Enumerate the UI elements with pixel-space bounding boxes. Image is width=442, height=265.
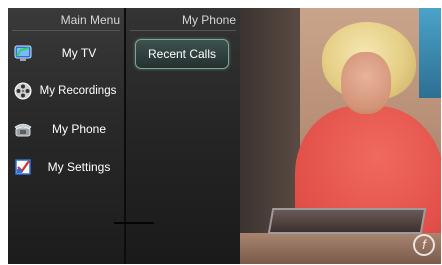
video-tray — [267, 208, 427, 234]
sub-menu-header: My Phone — [181, 13, 236, 27]
video-person-face — [341, 52, 391, 114]
menu-item-label: My Phone — [51, 122, 107, 136]
recent-calls-button[interactable]: Recent Calls — [135, 39, 229, 69]
live-tv-video: f — [240, 8, 441, 264]
film-reel-icon — [14, 82, 32, 100]
main-menu-header: Main Menu — [60, 13, 120, 27]
settings-icon — [14, 158, 32, 176]
panel-scroll-indicator — [114, 222, 154, 224]
tv-screen: f Main Menu My TV My Recordings My Phone… — [8, 8, 441, 264]
channel-logo: f — [413, 234, 435, 256]
menu-item-label: My Settings — [47, 160, 111, 174]
video-counter — [240, 233, 441, 264]
menu-item-label: My Recordings — [39, 85, 117, 97]
menu-item-label: My TV — [61, 46, 97, 60]
tv-icon — [14, 44, 32, 62]
menu-item-my-phone[interactable]: My Phone — [8, 114, 124, 144]
telephone-icon — [14, 120, 32, 138]
main-menu-header-rule — [12, 30, 120, 31]
my-phone-panel: My Phone Recent Calls — [114, 8, 240, 264]
sub-menu-header-rule — [130, 30, 236, 31]
menu-item-my-tv[interactable]: My TV — [8, 38, 124, 68]
video-background-window — [419, 8, 441, 98]
menu-item-my-settings[interactable]: My Settings — [8, 152, 124, 182]
main-menu-panel: Main Menu My TV My Recordings My Phone M… — [8, 8, 124, 264]
menu-item-my-recordings[interactable]: My Recordings — [8, 76, 124, 106]
